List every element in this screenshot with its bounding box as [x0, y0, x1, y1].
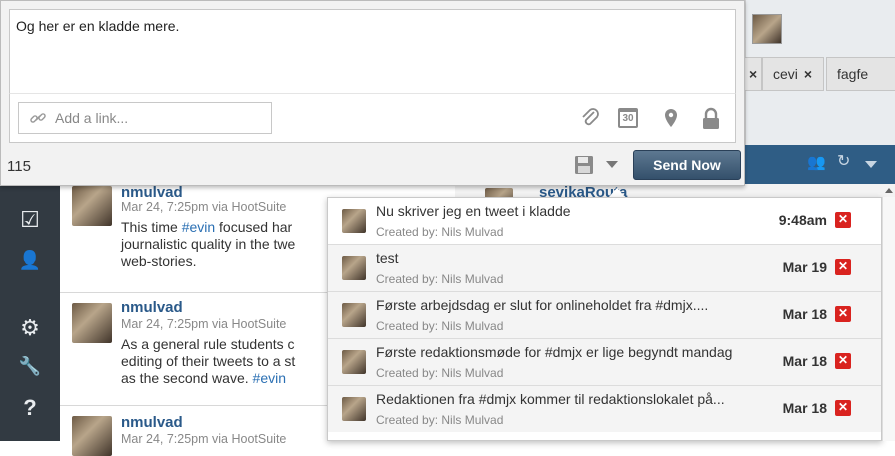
person-icon[interactable]: 👤 — [14, 244, 46, 276]
draft-item[interactable]: test Created by: Nils Mulvad Mar 19 ✕ — [328, 245, 881, 292]
tweet-body: This time #evin focused har journalistic… — [121, 219, 296, 269]
paperclip-icon[interactable] — [578, 106, 604, 132]
avatar — [342, 209, 366, 233]
tab-close-partial[interactable]: × — [744, 57, 762, 91]
draft-title: Redaktionen fra #dmjx kommer til redakti… — [376, 391, 725, 407]
tweet-meta: Mar 24, 7:25pm via HootSuite — [121, 317, 287, 331]
location-pin-icon[interactable] — [658, 106, 684, 132]
tweet-username[interactable]: nmulvad — [121, 299, 183, 316]
delete-icon[interactable]: ✕ — [835, 306, 851, 322]
draft-author: Created by: Nils Mulvad — [376, 272, 504, 286]
checkbox-icon[interactable]: ☑ — [14, 204, 46, 236]
draft-time: 9:48am — [778, 212, 827, 228]
refresh-icon[interactable]: ↻ — [837, 151, 850, 171]
compose-panel: Og her er en kladde mere. 30 115 Send No… — [0, 0, 745, 186]
hashtag-link[interactable]: #evin — [253, 370, 286, 386]
lock-icon[interactable] — [698, 106, 724, 132]
draft-item[interactable]: Redaktionen fra #dmjx kommer til redakti… — [328, 386, 881, 432]
tweet-username[interactable]: nmulvad — [121, 414, 183, 431]
draft-title: Første redaktionsmøde for #dmjx er lige … — [376, 344, 733, 360]
draft-item[interactable]: Første redaktionsmøde for #dmjx er lige … — [328, 339, 881, 386]
draft-item[interactable]: Nu skriver jeg en tweet i kladde Created… — [328, 198, 881, 245]
close-icon[interactable]: × — [749, 66, 757, 82]
compose-textarea[interactable]: Og her er en kladde mere. — [9, 9, 736, 93]
tweet-meta: Mar 24, 7:25pm via HootSuite — [121, 432, 287, 446]
avatar — [342, 350, 366, 374]
delete-icon[interactable]: ✕ — [835, 259, 851, 275]
avatar — [342, 303, 366, 327]
assign-user-icon[interactable]: 👥 — [807, 153, 826, 171]
avatar[interactable] — [72, 186, 112, 226]
link-icon — [30, 113, 46, 123]
drafts-dropdown-chevron-icon[interactable] — [606, 161, 618, 168]
draft-author: Created by: Nils Mulvad — [376, 319, 504, 333]
close-icon[interactable]: × — [804, 66, 812, 82]
hashtag-link[interactable]: #evin — [182, 219, 215, 235]
calendar-icon[interactable]: 30 — [616, 106, 642, 132]
profile-avatar[interactable] — [752, 14, 782, 44]
draft-title: Første arbejdsdag er slut for onlinehold… — [376, 297, 709, 313]
send-now-button[interactable]: Send Now — [633, 150, 741, 180]
tab-fagfe[interactable]: fagfe — [826, 57, 895, 91]
column-menu-chevron-icon[interactable] — [865, 161, 877, 168]
delete-icon[interactable]: ✕ — [835, 212, 851, 228]
question-icon[interactable]: ? — [14, 392, 46, 424]
left-sidebar: ☑ 👤 ⚙ 🔧 ? — [0, 184, 60, 441]
scroll-up-icon[interactable] — [885, 188, 893, 193]
compose-toolbar: 30 — [9, 93, 736, 143]
draft-item[interactable]: Første arbejdsdag er slut for onlinehold… — [328, 292, 881, 339]
column-header-bar: 👥 ↻ — [745, 145, 895, 185]
draft-time: Mar 18 — [782, 400, 827, 416]
tweet-body: As a general rule students c editing of … — [121, 336, 296, 386]
draft-author: Created by: Nils Mulvad — [376, 225, 504, 239]
dropdown-scrollbar[interactable] — [882, 197, 895, 441]
delete-icon[interactable]: ✕ — [835, 353, 851, 369]
floppy-disk-icon[interactable] — [573, 154, 595, 176]
character-count: 115 — [7, 158, 31, 175]
avatar[interactable] — [72, 416, 112, 456]
draft-author: Created by: Nils Mulvad — [376, 413, 504, 427]
tweet-meta: Mar 24, 7:25pm via HootSuite — [121, 200, 287, 214]
tweet-username[interactable]: nmulvad — [121, 184, 183, 201]
drafts-dropdown: Nu skriver jeg en tweet i kladde Created… — [327, 197, 882, 441]
draft-time: Mar 18 — [782, 353, 827, 369]
avatar[interactable] — [72, 303, 112, 343]
delete-icon[interactable]: ✕ — [835, 400, 851, 416]
avatar — [342, 397, 366, 421]
draft-author: Created by: Nils Mulvad — [376, 366, 504, 380]
draft-time: Mar 19 — [782, 259, 827, 275]
draft-title: Nu skriver jeg en tweet i kladde — [376, 203, 571, 219]
link-input[interactable] — [18, 102, 272, 134]
wrench-icon[interactable]: 🔧 — [14, 350, 46, 382]
tab-cevi[interactable]: cevi × — [762, 57, 824, 91]
draft-time: Mar 18 — [782, 306, 827, 322]
gear-icon[interactable]: ⚙ — [14, 312, 46, 344]
avatar — [342, 256, 366, 280]
draft-title: test — [376, 250, 399, 266]
